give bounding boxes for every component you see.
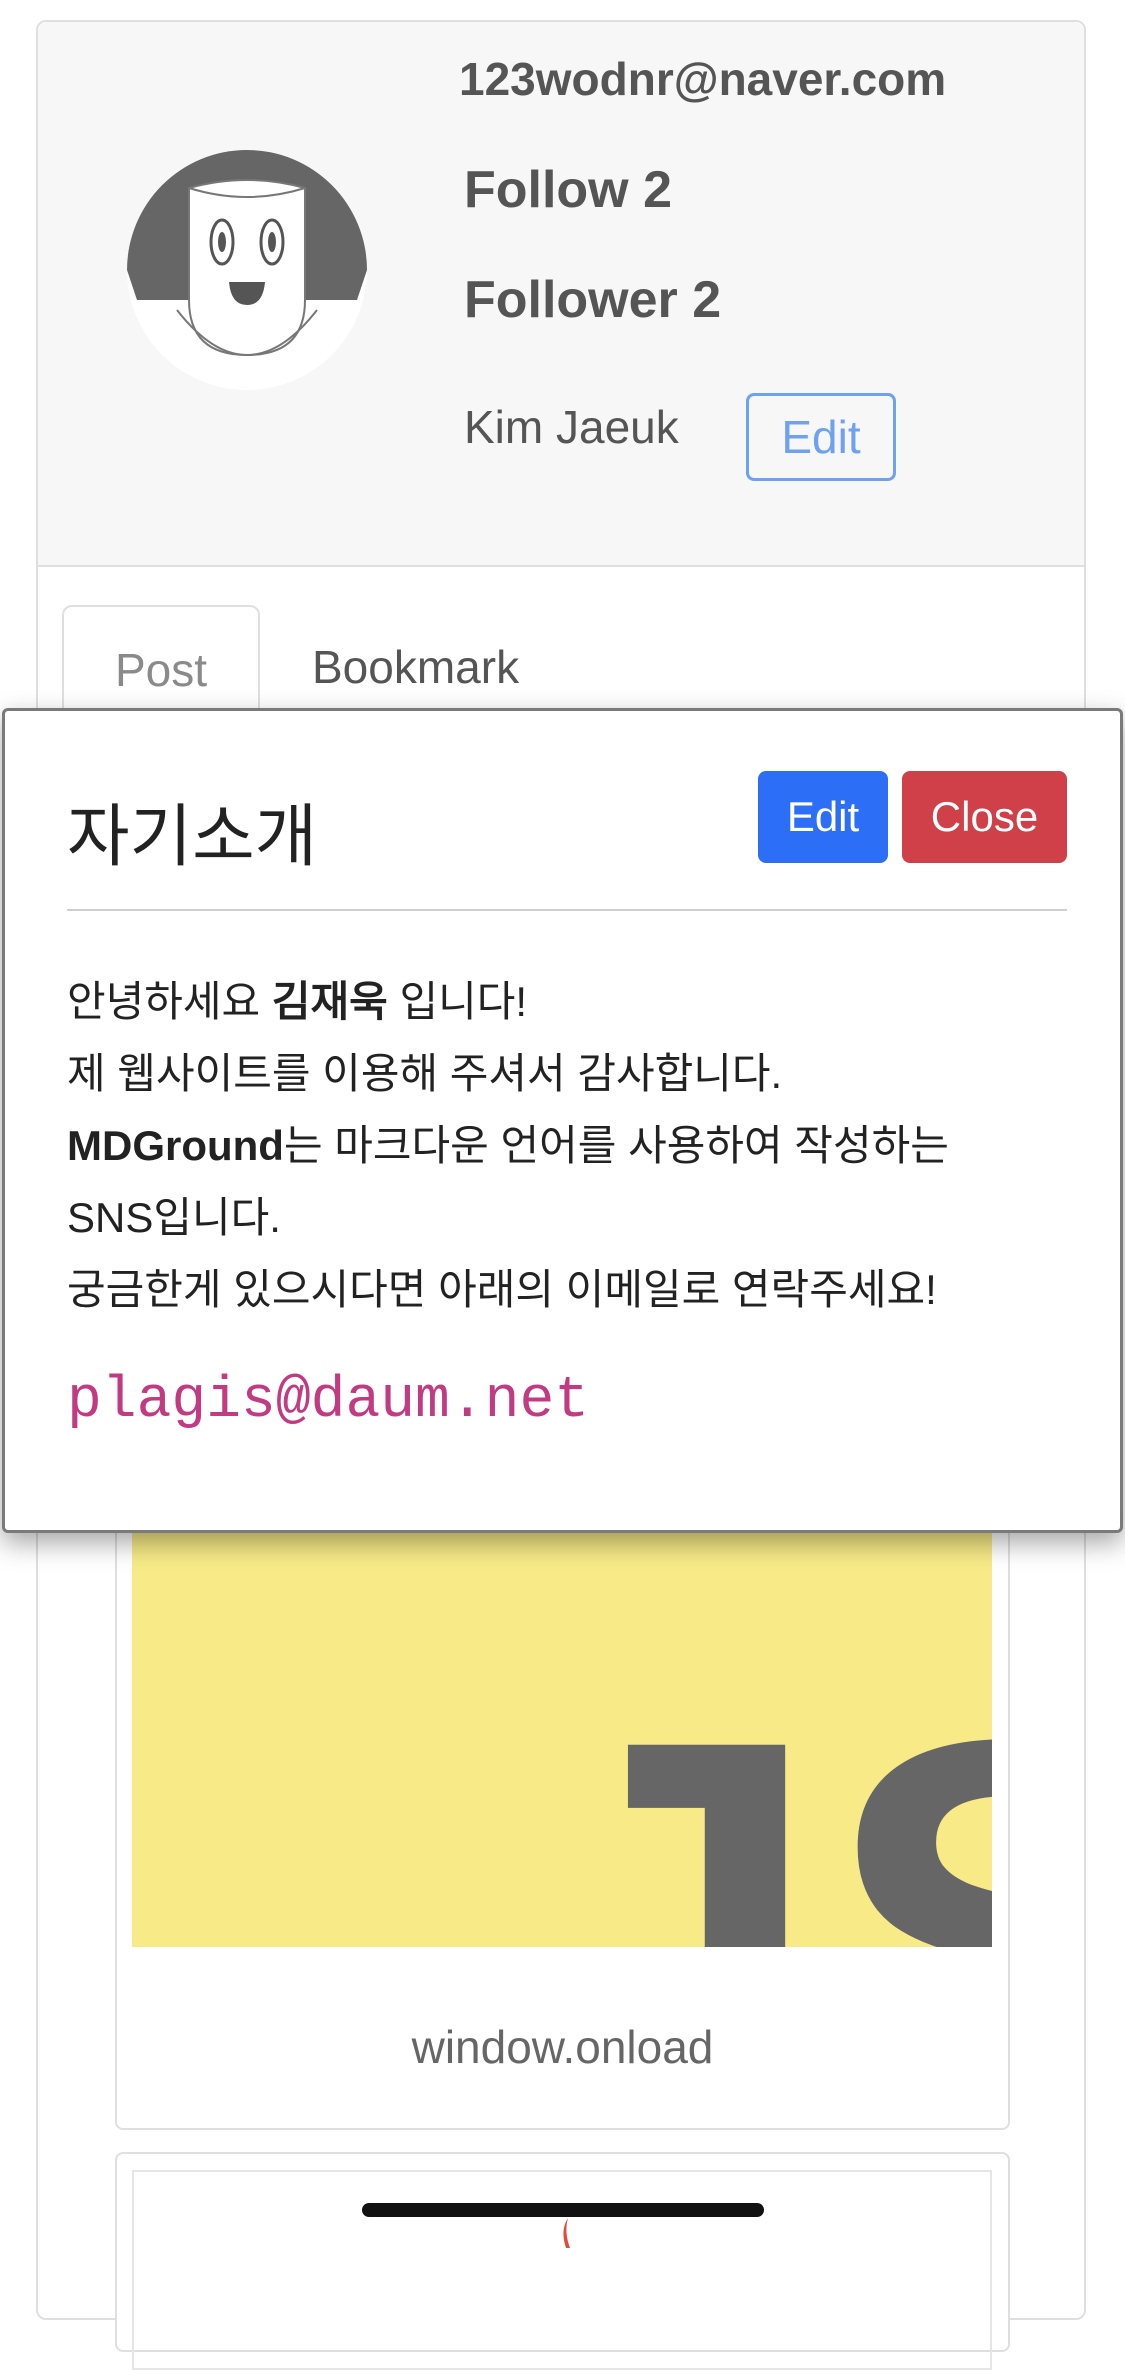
intro-name: 김재욱 <box>271 978 388 1025</box>
post-thumbnail[interactable] <box>132 2170 992 2370</box>
follower-count[interactable]: Follower 2 <box>464 270 721 330</box>
post-title[interactable]: window.onload <box>115 2020 1010 2074</box>
tab-bookmark[interactable]: Bookmark <box>312 640 519 694</box>
modal-close-button[interactable]: Close <box>902 771 1067 863</box>
intro-line-1: 안녕하세요 김재욱 입니다! <box>67 978 528 1025</box>
svg-text:JS: JS <box>512 1623 992 1947</box>
modal-body: 안녕하세요 김재욱 입니다! 제 웹사이트를 이용해 주셔서 감사합니다. MD… <box>67 966 1067 1326</box>
modal-edit-button[interactable]: Edit <box>758 771 888 863</box>
intro-line-4: SNS입니다. <box>67 1194 281 1241</box>
intro-modal: 자기소개 Edit Close 안녕하세요 김재욱 입니다! 제 웹사이트를 이… <box>2 708 1123 1533</box>
follow-count[interactable]: Follow 2 <box>464 160 672 220</box>
post-thumbnail[interactable]: JS <box>132 1530 992 1947</box>
edit-profile-button[interactable]: Edit <box>746 393 896 481</box>
profile-email: 123wodnr@naver.com <box>459 53 947 105</box>
profile-name: Kim Jaeuk <box>464 401 679 453</box>
contact-email: plagis@daum.net <box>67 1369 590 1434</box>
modal-title: 자기소개 <box>67 799 318 875</box>
avatar-icon <box>127 150 367 390</box>
intro-line-3: MDGround는 마크다운 언어를 사용하여 작성하는 <box>67 1122 949 1169</box>
js-logo-icon: JS <box>512 1623 992 1947</box>
site-name: MDGround <box>67 1122 284 1169</box>
modal-divider <box>67 909 1067 911</box>
tab-post[interactable]: Post <box>62 605 260 715</box>
intro-line-5: 궁금한게 있으시다면 아래의 이메일로 연락주세요! <box>67 1266 937 1313</box>
home-indicator[interactable] <box>362 2203 764 2217</box>
intro-line-2: 제 웹사이트를 이용해 주셔서 감사합니다. <box>67 1050 783 1097</box>
